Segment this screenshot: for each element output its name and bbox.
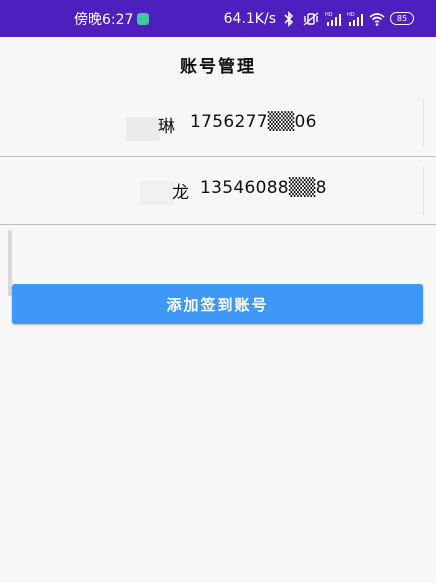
- row-edge-divider: [423, 99, 424, 147]
- account-row[interactable]: 龙 13546088▒▒8: [0, 157, 436, 225]
- signal-hd-icon: HD: [324, 11, 342, 27]
- signal-hd-2-icon: HD: [346, 11, 364, 27]
- add-account-button[interactable]: 添加签到账号: [12, 284, 423, 324]
- app-notification-icon: [137, 12, 150, 25]
- vibrate-mute-icon: [302, 11, 320, 27]
- svg-text:HD: HD: [325, 12, 333, 18]
- svg-text:HD: HD: [347, 12, 355, 18]
- account-row[interactable]: 琳 1756277▒▒06: [0, 89, 436, 157]
- row-edge-divider: [423, 167, 424, 215]
- redaction-block: [126, 117, 160, 141]
- network-speed: 64.1K/s: [223, 10, 276, 27]
- account-phone: 13546088▒▒8: [200, 178, 327, 198]
- status-bar: 傍晚6:27 64.1K/s HD HD 85: [0, 0, 436, 37]
- battery-icon: 85: [390, 12, 414, 25]
- account-name: 龙: [172, 183, 190, 203]
- account-phone: 1756277▒▒06: [190, 112, 317, 132]
- redaction-block: [140, 181, 174, 205]
- status-time: 傍晚6:27: [74, 11, 134, 28]
- bluetooth-icon: [280, 10, 298, 27]
- account-name: 琳: [158, 117, 176, 137]
- status-bar-left: 傍晚6:27: [74, 0, 150, 37]
- account-list: 琳 1756277▒▒06 龙 13546088▒▒8: [0, 89, 436, 225]
- page-title: 账号管理: [180, 57, 256, 77]
- wifi-icon: [368, 11, 386, 27]
- status-bar-right: 64.1K/s HD HD 85: [224, 0, 414, 37]
